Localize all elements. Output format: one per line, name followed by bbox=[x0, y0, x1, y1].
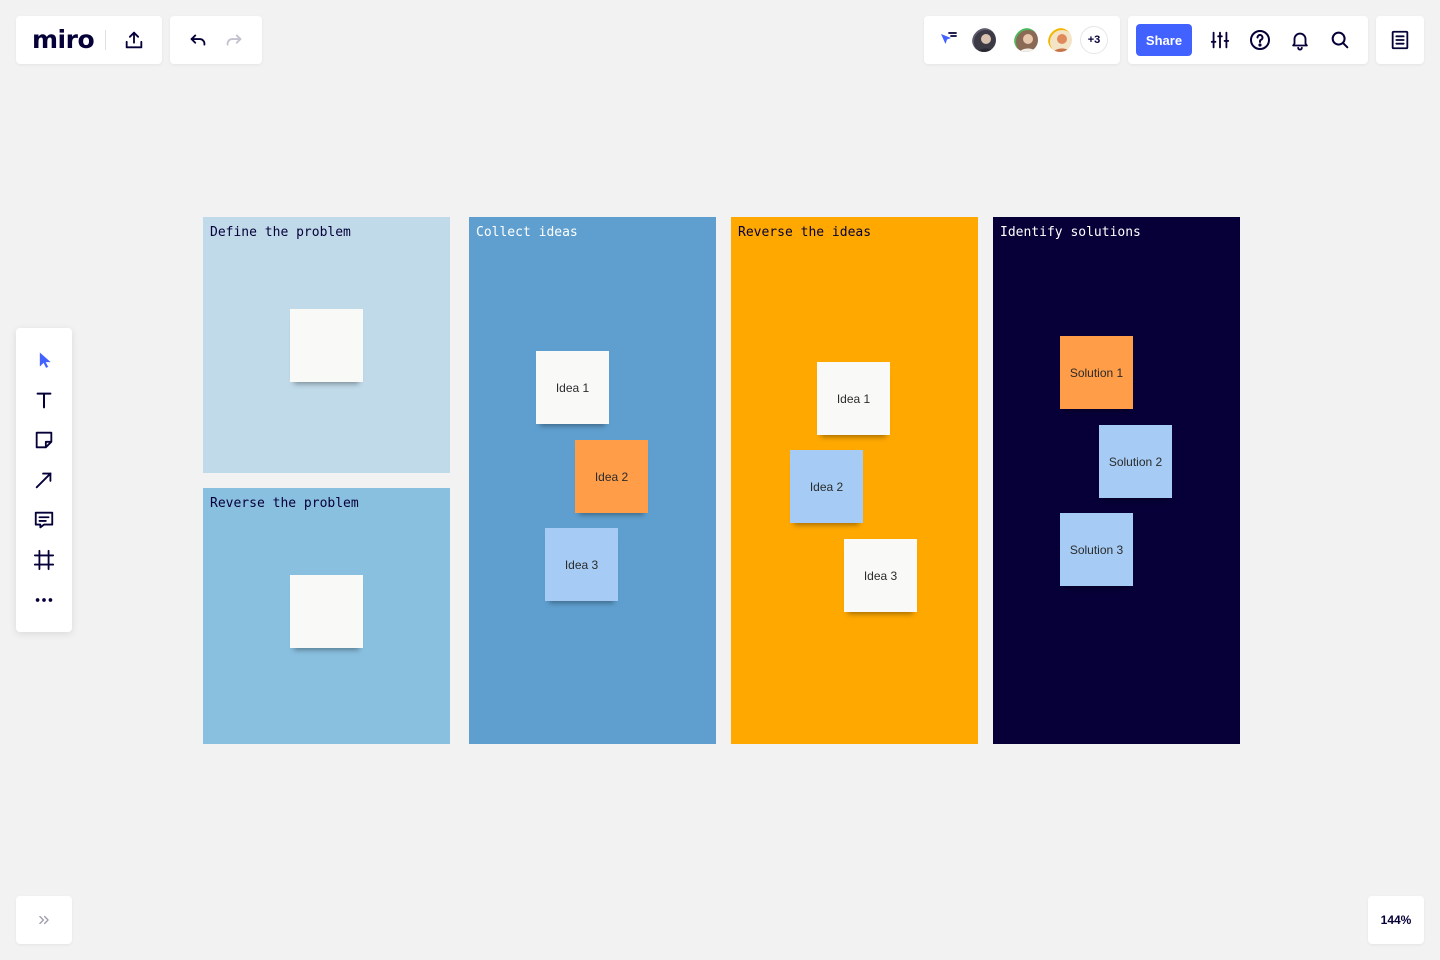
logo-panel: miro bbox=[16, 16, 162, 64]
frame-collect-ideas[interactable]: Collect ideas Idea 1 Idea 2 Idea 3 bbox=[469, 217, 716, 744]
sticky-note-icon[interactable] bbox=[28, 424, 60, 456]
sticky-note[interactable]: Solution 1 bbox=[1060, 336, 1133, 409]
zoom-level[interactable]: 144% bbox=[1368, 896, 1424, 944]
frame-define-problem[interactable]: Define the problem bbox=[203, 217, 450, 473]
sticky-note[interactable]: Solution 2 bbox=[1099, 425, 1172, 498]
frame-title: Reverse the problem bbox=[210, 496, 359, 511]
frame-title: Identify solutions bbox=[1000, 225, 1141, 240]
frame-title: Reverse the ideas bbox=[738, 225, 872, 240]
frame-reverse-ideas[interactable]: Reverse the ideas Idea 1 Idea 2 Idea 3 bbox=[731, 217, 978, 744]
sticky-note[interactable]: Idea 1 bbox=[817, 362, 890, 435]
undo-icon[interactable] bbox=[182, 24, 214, 56]
comment-icon[interactable] bbox=[28, 504, 60, 536]
frame-reverse-problem[interactable]: Reverse the problem bbox=[203, 488, 450, 744]
sticky-note[interactable]: Solution 3 bbox=[1060, 513, 1133, 586]
frame-identify-solutions[interactable]: Identify solutions Solution 1 Solution 2… bbox=[993, 217, 1240, 744]
cursor-icon[interactable] bbox=[28, 344, 60, 376]
avatar[interactable] bbox=[1012, 26, 1040, 54]
avatar[interactable] bbox=[1046, 26, 1074, 54]
arrow-icon[interactable] bbox=[28, 464, 60, 496]
more-icon[interactable] bbox=[28, 584, 60, 616]
expand-panel bbox=[16, 896, 72, 944]
history-panel bbox=[170, 16, 262, 64]
miro-logo[interactable]: miro bbox=[32, 25, 95, 54]
more-collaborators-badge[interactable]: +3 bbox=[1080, 26, 1108, 54]
tools-toolbar bbox=[16, 328, 72, 632]
bell-icon[interactable] bbox=[1284, 24, 1316, 56]
zoom-panel: 144% bbox=[1368, 896, 1424, 944]
frame-title: Collect ideas bbox=[476, 225, 578, 240]
frame-title: Define the problem bbox=[210, 225, 351, 240]
notes-icon[interactable] bbox=[1384, 24, 1416, 56]
divider bbox=[105, 30, 106, 50]
redo-icon[interactable] bbox=[218, 24, 250, 56]
sliders-icon[interactable] bbox=[1204, 24, 1236, 56]
sticky-note[interactable] bbox=[290, 575, 363, 648]
notes-panel bbox=[1376, 16, 1424, 64]
sticky-note[interactable] bbox=[290, 309, 363, 382]
share-panel: Share bbox=[1128, 16, 1368, 64]
text-icon[interactable] bbox=[28, 384, 60, 416]
follow-cursor-icon[interactable] bbox=[932, 24, 964, 56]
sticky-note[interactable]: Idea 2 bbox=[790, 450, 863, 523]
sticky-note[interactable]: Idea 2 bbox=[575, 440, 648, 513]
chevron-double-right-icon[interactable] bbox=[28, 904, 60, 936]
frame-icon[interactable] bbox=[28, 544, 60, 576]
avatar[interactable] bbox=[970, 26, 998, 54]
sticky-note[interactable]: Idea 3 bbox=[545, 528, 618, 601]
sticky-note[interactable]: Idea 3 bbox=[844, 539, 917, 612]
upload-icon[interactable] bbox=[118, 24, 150, 56]
share-button[interactable]: Share bbox=[1136, 24, 1192, 56]
help-icon[interactable] bbox=[1244, 24, 1276, 56]
sticky-note[interactable]: Idea 1 bbox=[536, 351, 609, 424]
search-icon[interactable] bbox=[1324, 24, 1356, 56]
